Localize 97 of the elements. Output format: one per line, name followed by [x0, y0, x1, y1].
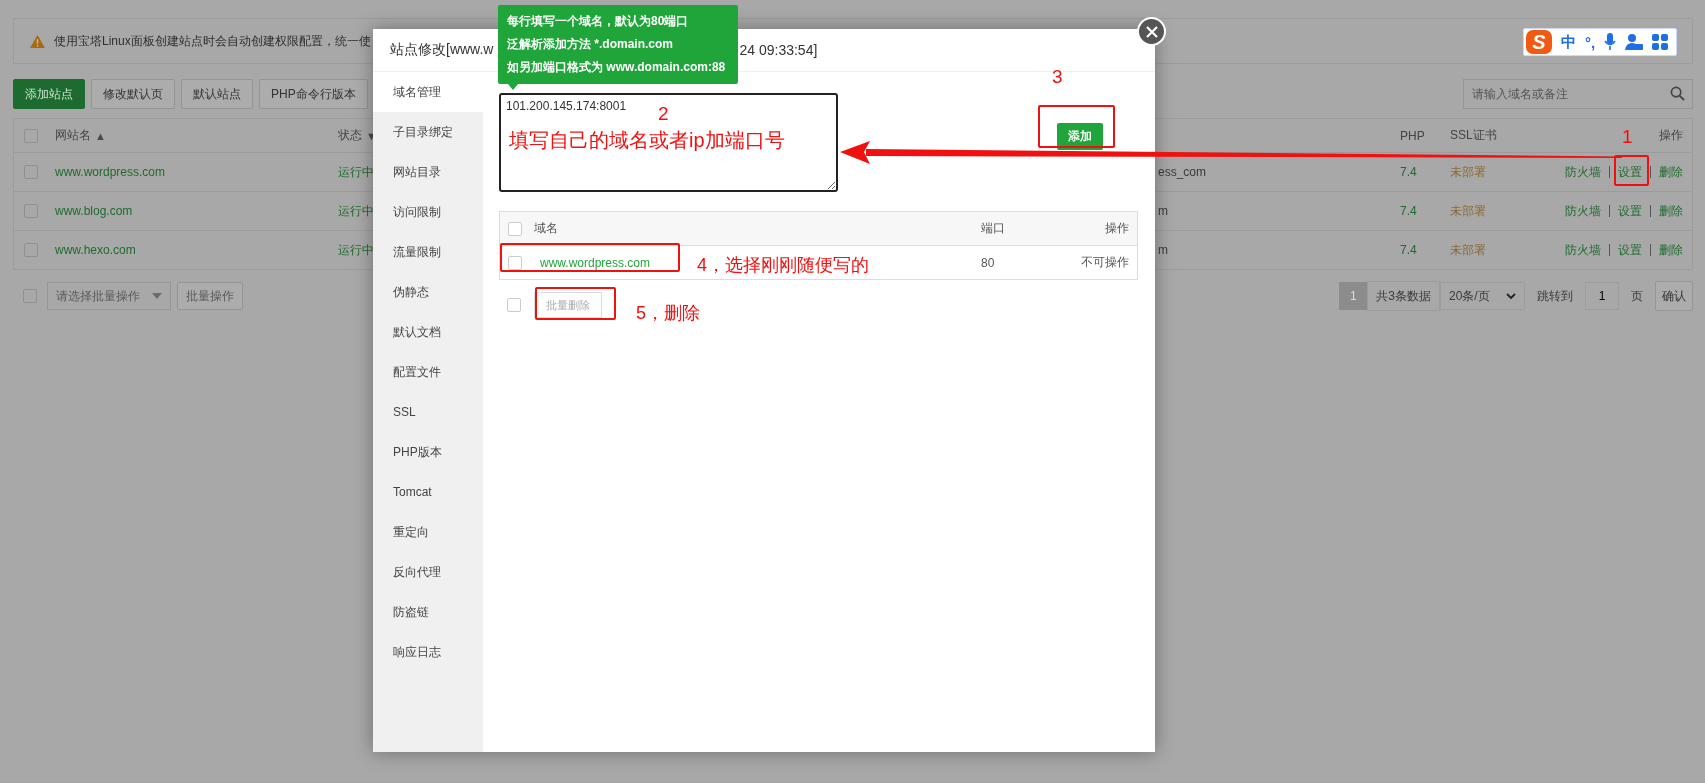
- sidebar-tab[interactable]: 重定向: [373, 512, 483, 552]
- add-button[interactable]: 添加: [1057, 123, 1103, 150]
- annotation-note: 4，选择刚刚随便写的: [697, 255, 869, 277]
- page-input[interactable]: 1: [1585, 282, 1619, 310]
- action-link[interactable]: 删除: [1659, 163, 1683, 181]
- batch-button[interactable]: 批量操作: [177, 282, 243, 310]
- ssl-status[interactable]: 未部署: [1450, 202, 1486, 220]
- checkbox[interactable]: [508, 255, 522, 270]
- sidebar-tab[interactable]: 伪静态: [373, 272, 483, 312]
- batch-select[interactable]: 请选择批量操作: [47, 282, 171, 310]
- column-header[interactable]: 网站名: [55, 127, 91, 144]
- close-icon[interactable]: [1137, 17, 1166, 46]
- site-name-link[interactable]: www.blog.com: [55, 204, 133, 218]
- search-icon[interactable]: [1670, 86, 1685, 101]
- action-link[interactable]: 删除: [1659, 202, 1683, 220]
- microphone-icon[interactable]: [1604, 33, 1617, 51]
- user-icon[interactable]: [1625, 33, 1644, 51]
- total-count: 共3条数据: [1367, 281, 1440, 311]
- checkbox[interactable]: [24, 128, 38, 143]
- notice-text: 使用宝塔Linux面板创建站点时会自动创建权限配置，统一使: [54, 32, 371, 50]
- search-field[interactable]: 请输入域名或备注: [1463, 79, 1693, 109]
- php-version[interactable]: 7.4: [1400, 243, 1417, 257]
- annotation-box: [1614, 155, 1649, 186]
- table-cell: ess_com: [1158, 165, 1207, 179]
- status-text[interactable]: 运行中: [338, 202, 374, 220]
- action-link[interactable]: 防火墙: [1565, 163, 1601, 181]
- dialog-title: 24 09:33:54]: [739, 42, 818, 58]
- sort-indicator[interactable]: ▲: [95, 129, 106, 142]
- table-cell: 80: [981, 255, 995, 270]
- column-header: 操作: [1659, 127, 1683, 144]
- sidebar-tab[interactable]: 响应日志: [373, 632, 483, 672]
- php-version[interactable]: 7.4: [1400, 204, 1417, 218]
- column-header: 域名: [534, 220, 558, 237]
- annotation-note: 填写自己的域名或者ip加端口号: [509, 128, 785, 152]
- hint-text: 每行填写一个域名，默认为80端口: [507, 13, 690, 30]
- annotation-note: 5，删除: [636, 303, 700, 325]
- sidebar-tab[interactable]: 流量限制: [373, 232, 483, 272]
- column-header: PHP: [1400, 128, 1425, 143]
- annotation-number: 3: [1052, 66, 1063, 89]
- page-button[interactable]: 1: [1339, 282, 1368, 310]
- checkbox[interactable]: [507, 298, 521, 312]
- status-text[interactable]: 运行中: [338, 241, 374, 259]
- site-name-link[interactable]: www.wordpress.com: [55, 165, 166, 179]
- page-unit: 页: [1631, 287, 1643, 305]
- sidebar-tab[interactable]: 防盗链: [373, 592, 483, 632]
- action-link[interactable]: 防火墙: [1565, 202, 1601, 220]
- column-header: SSL证书: [1450, 127, 1497, 144]
- sidebar-tab[interactable]: 网站目录: [373, 152, 483, 192]
- hint-text: 如另加端口格式为 www.domain.com:88: [507, 59, 727, 76]
- confirm-button[interactable]: 确认: [1655, 281, 1693, 311]
- table-cell: m: [1158, 243, 1168, 257]
- annotation-number: 2: [658, 103, 669, 126]
- table-cell: 不可操作: [1081, 254, 1129, 271]
- ime-button[interactable]: 中: [1561, 32, 1576, 52]
- warning-icon: [30, 34, 45, 48]
- action-link[interactable]: 设置: [1618, 202, 1642, 220]
- sidebar-tab[interactable]: 默认文档: [373, 312, 483, 352]
- hint-text: 泛解析添加方法 *.domain.com: [507, 36, 674, 53]
- sidebar-tab[interactable]: SSL: [373, 392, 483, 432]
- ime-logo[interactable]: S: [1526, 30, 1552, 54]
- checkbox[interactable]: [23, 289, 37, 303]
- column-header: 操作: [1105, 220, 1129, 237]
- site-name-link[interactable]: www.hexo.com: [55, 243, 136, 257]
- toolbar-button[interactable]: 添加站点: [13, 79, 85, 109]
- ime-button[interactable]: °,: [1585, 33, 1596, 51]
- action-link[interactable]: 设置: [1618, 241, 1642, 259]
- sidebar-tab[interactable]: PHP版本: [373, 432, 483, 472]
- column-header: 端口: [981, 220, 1005, 237]
- sidebar-tab[interactable]: 访问限制: [373, 192, 483, 232]
- column-header[interactable]: 状态: [338, 127, 362, 144]
- grid-icon[interactable]: [1652, 34, 1669, 50]
- sidebar-tab[interactable]: 域名管理: [373, 72, 483, 112]
- sidebar-tab[interactable]: 子目录绑定: [373, 112, 483, 152]
- table-cell: m: [1158, 204, 1168, 218]
- jump-label: 跳转到: [1537, 287, 1573, 305]
- chevron-down-icon[interactable]: [1506, 292, 1516, 300]
- ssl-status[interactable]: 未部署: [1450, 241, 1486, 259]
- sidebar-tab[interactable]: 配置文件: [373, 352, 483, 392]
- dialog-title: 站点修改[www.w: [390, 41, 494, 59]
- checkbox[interactable]: [508, 221, 522, 236]
- action-link[interactable]: 删除: [1659, 241, 1683, 259]
- sidebar-tab[interactable]: 反向代理: [373, 552, 483, 592]
- checkbox[interactable]: [24, 243, 38, 257]
- toolbar-button[interactable]: 默认站点: [181, 79, 253, 109]
- domain-link[interactable]: www.wordpress.com: [540, 255, 651, 270]
- action-link[interactable]: 设置: [1618, 163, 1642, 181]
- php-version[interactable]: 7.4: [1400, 165, 1417, 179]
- toolbar-button[interactable]: PHP命令行版本: [259, 79, 368, 109]
- toolbar-button[interactable]: 修改默认页: [91, 79, 175, 109]
- page-size-select[interactable]: 20条/页: [1440, 282, 1525, 310]
- checkbox[interactable]: [24, 204, 38, 218]
- status-text[interactable]: 运行中: [338, 163, 374, 181]
- annotation-number: 1: [1622, 126, 1633, 149]
- ssl-status[interactable]: 未部署: [1450, 163, 1486, 181]
- sidebar-tab[interactable]: Tomcat: [373, 472, 483, 512]
- checkbox[interactable]: [24, 165, 38, 179]
- action-link[interactable]: 防火墙: [1565, 241, 1601, 259]
